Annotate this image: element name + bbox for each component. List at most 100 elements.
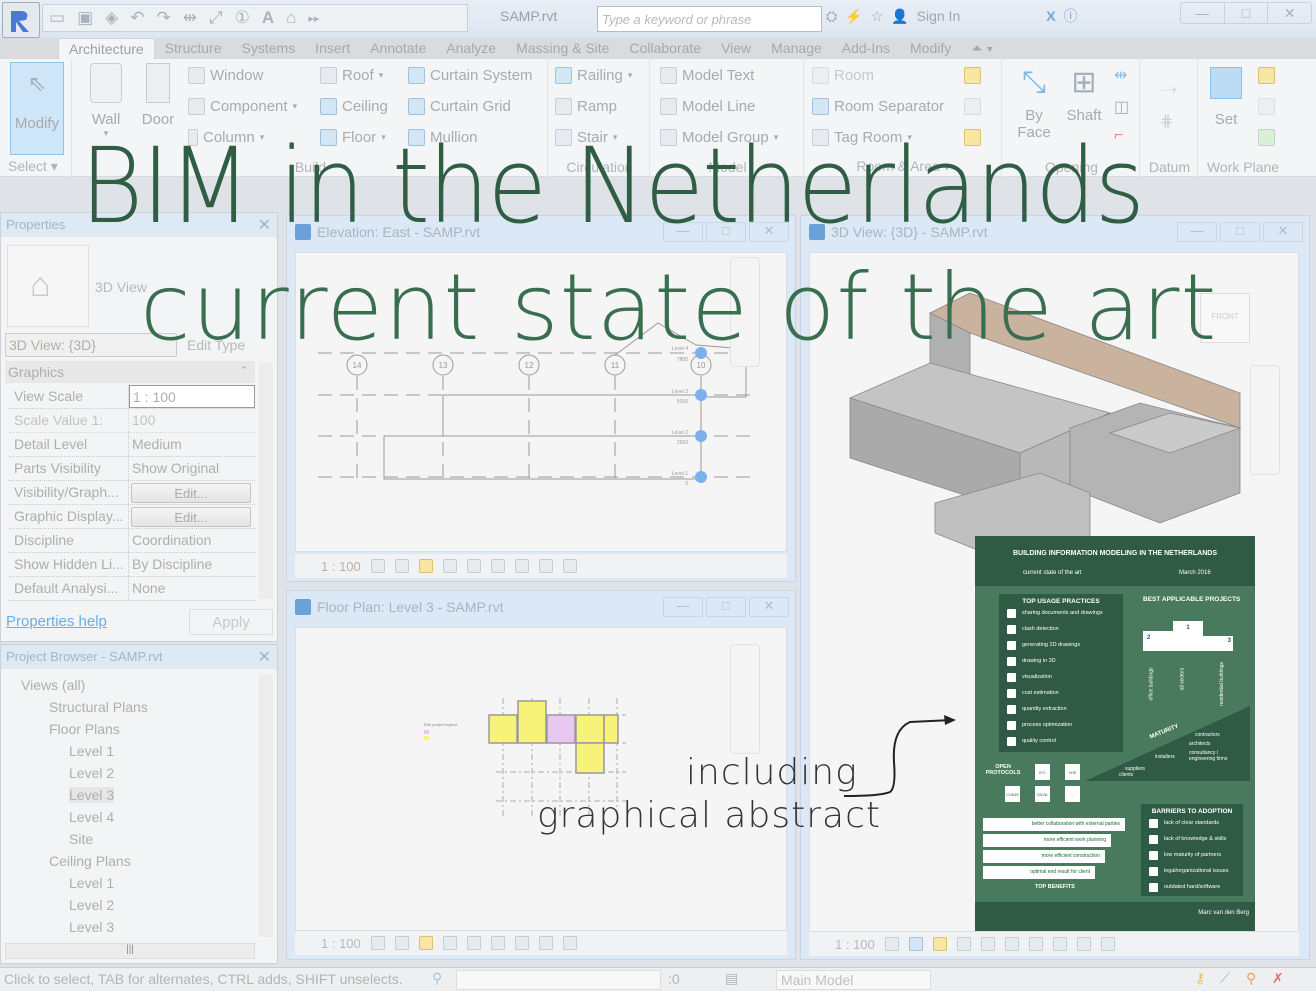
text-icon[interactable]: A xyxy=(262,8,274,28)
view-scale[interactable]: 1 : 100 xyxy=(835,937,875,952)
show-crop-icon[interactable] xyxy=(490,936,505,950)
section-graphics[interactable]: Graphics ⌃ xyxy=(5,361,255,383)
properties-help-link[interactable]: Properties help xyxy=(6,613,107,630)
sun-path-icon[interactable] xyxy=(418,559,433,573)
level-marker[interactable] xyxy=(695,430,707,442)
browser-scrollbar[interactable] xyxy=(259,675,273,937)
shadows-icon[interactable] xyxy=(956,937,971,951)
navigation-bar[interactable] xyxy=(1250,365,1280,475)
shadows-icon[interactable] xyxy=(442,936,457,950)
search-input[interactable] xyxy=(597,6,822,32)
tag-icon[interactable]: ① xyxy=(235,8,250,28)
render-icon[interactable] xyxy=(980,937,995,951)
tree-item[interactable]: Level 3 xyxy=(69,919,114,935)
select-by-face-icon[interactable]: ✗ xyxy=(1272,970,1284,987)
room[interactable] xyxy=(603,714,619,744)
minimize-button[interactable]: — xyxy=(663,597,703,617)
help-icon[interactable]: ⓘ xyxy=(1064,6,1078,26)
tree-folder[interactable]: Ceiling Plans xyxy=(49,853,131,869)
open-icon[interactable]: ▭ xyxy=(49,8,65,28)
close-button[interactable]: ✕ xyxy=(749,597,789,617)
workset-dropdown[interactable] xyxy=(456,970,661,990)
browser-hscrollbar[interactable]: ||| xyxy=(5,943,255,959)
dimension-icon[interactable]: ⤢ xyxy=(209,8,223,28)
sun-path-icon[interactable] xyxy=(932,937,947,951)
curtain-system-button[interactable]: Curtain System xyxy=(408,67,533,84)
set-workplane-button[interactable]: Set xyxy=(1206,67,1246,128)
filter-icon[interactable]: ▤ xyxy=(725,970,738,987)
wall-opening-icon[interactable]: ⇹ xyxy=(1114,65,1127,85)
tree-folder[interactable]: Floor Plans xyxy=(49,721,120,737)
tree-item[interactable]: Site xyxy=(69,831,93,847)
crop-view-icon[interactable] xyxy=(1004,937,1019,951)
tree-item[interactable]: Level 2 xyxy=(69,765,114,781)
ceiling-button[interactable]: Ceiling xyxy=(320,98,388,115)
close-button[interactable]: ✕ xyxy=(1268,3,1311,23)
tab-annotate[interactable]: Annotate xyxy=(360,38,436,60)
component-button[interactable]: Component ▾ xyxy=(188,98,297,115)
level-marker[interactable] xyxy=(695,471,707,483)
area-icon[interactable] xyxy=(964,67,981,84)
exchange-icon[interactable]: X xyxy=(1046,8,1055,24)
tree-item[interactable]: Level 2 xyxy=(69,897,114,913)
measure-icon[interactable]: ⇹ xyxy=(183,8,197,28)
modify-button[interactable]: ⇖ Modify xyxy=(10,62,64,155)
view-scale[interactable]: 1 : 100 xyxy=(321,559,361,574)
room[interactable] xyxy=(546,714,576,744)
select-pinned-icon[interactable]: ⚲ xyxy=(1246,970,1256,987)
show-crop-icon[interactable] xyxy=(1028,937,1043,951)
reveal-hidden-icon[interactable] xyxy=(1100,937,1115,951)
tab-modify[interactable]: Modify xyxy=(900,38,961,60)
room[interactable] xyxy=(488,714,518,744)
temporary-hide-icon[interactable] xyxy=(514,559,529,573)
lock-3d-icon[interactable] xyxy=(1052,937,1067,951)
door-button[interactable]: Door xyxy=(138,63,178,128)
curtain-grid-button[interactable]: Curtain Grid xyxy=(408,98,511,115)
maximize-button[interactable]: □ xyxy=(1220,222,1260,242)
level-icon[interactable]: ⤍ xyxy=(1160,81,1177,99)
grid-icon[interactable]: ⋕ xyxy=(1160,111,1173,131)
detail-level-icon[interactable] xyxy=(884,937,899,951)
level-marker[interactable] xyxy=(695,389,707,401)
viewer-icon[interactable] xyxy=(1258,129,1275,146)
panel-title-select[interactable]: Select ▾ xyxy=(0,158,71,175)
ramp-button[interactable]: Ramp xyxy=(555,98,617,115)
more-icon[interactable]: ▸▸ xyxy=(308,12,319,25)
reveal-hidden-icon[interactable] xyxy=(538,559,553,573)
tab-structure[interactable]: Structure xyxy=(155,38,232,60)
model-text-button[interactable]: Model Text xyxy=(660,67,754,84)
tab-manage[interactable]: Manage xyxy=(761,38,832,60)
tree-item[interactable]: Level 4 xyxy=(69,809,114,825)
shaft-button[interactable]: ⊞ Shaft xyxy=(1062,65,1106,124)
show-crop-icon[interactable] xyxy=(490,559,505,573)
tab-architecture[interactable]: Architecture xyxy=(58,38,155,60)
visual-style-icon[interactable] xyxy=(908,937,923,951)
tree-item[interactable]: Level 1 xyxy=(69,875,114,891)
binoculars-icon[interactable]: ⛭ xyxy=(826,8,837,25)
crop-view-icon[interactable] xyxy=(466,559,481,573)
sync-icon[interactable]: ◈ xyxy=(105,8,118,28)
tab-view[interactable]: View xyxy=(711,38,761,60)
lock-view-icon[interactable] xyxy=(562,936,577,950)
area-boundary-icon[interactable] xyxy=(964,98,981,115)
shadows-icon[interactable] xyxy=(442,559,457,573)
tab-massing-site[interactable]: Massing & Site xyxy=(506,38,619,60)
lock-view-icon[interactable] xyxy=(562,559,577,573)
properties-scrollbar[interactable] xyxy=(259,363,273,599)
sign-in-button[interactable]: Sign In xyxy=(917,8,961,24)
ribbon-minimize-toggle[interactable]: ⏶ ▾ xyxy=(961,38,1003,60)
show-workplane-icon[interactable] xyxy=(1258,67,1275,84)
graphic-display-edit-button[interactable]: Edit... xyxy=(131,507,251,527)
redo-icon[interactable]: ↷ xyxy=(156,8,170,28)
room[interactable] xyxy=(575,742,605,774)
reveal-hidden-icon[interactable] xyxy=(538,936,553,950)
tab-insert[interactable]: Insert xyxy=(305,38,360,60)
minimize-button[interactable]: — xyxy=(1177,222,1217,242)
worksets-icon[interactable]: ⚲ xyxy=(432,970,442,987)
design-option-dropdown[interactable]: Main Model xyxy=(776,970,931,990)
tree-item[interactable]: Level 1 xyxy=(69,743,114,759)
room-button[interactable]: Room xyxy=(812,67,874,84)
vg-edit-button[interactable]: Edit... xyxy=(131,483,251,503)
temporary-hide-icon[interactable] xyxy=(514,936,529,950)
crop-view-icon[interactable] xyxy=(466,936,481,950)
